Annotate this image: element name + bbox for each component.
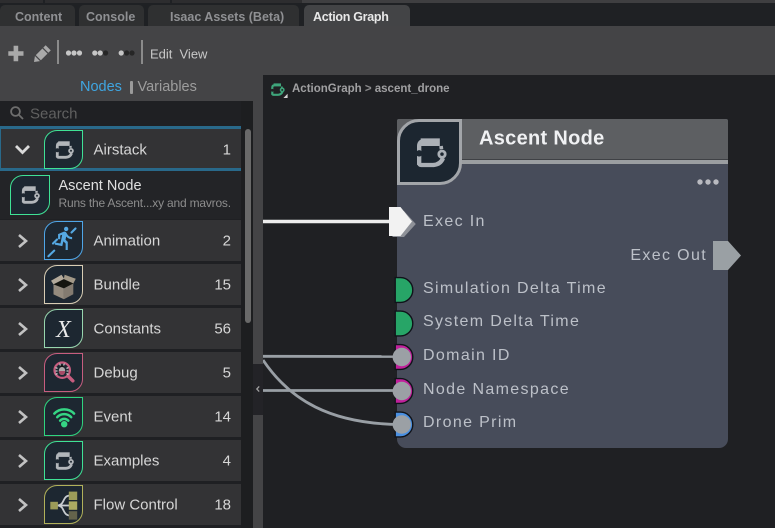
svg-text:X: X: [55, 317, 72, 343]
